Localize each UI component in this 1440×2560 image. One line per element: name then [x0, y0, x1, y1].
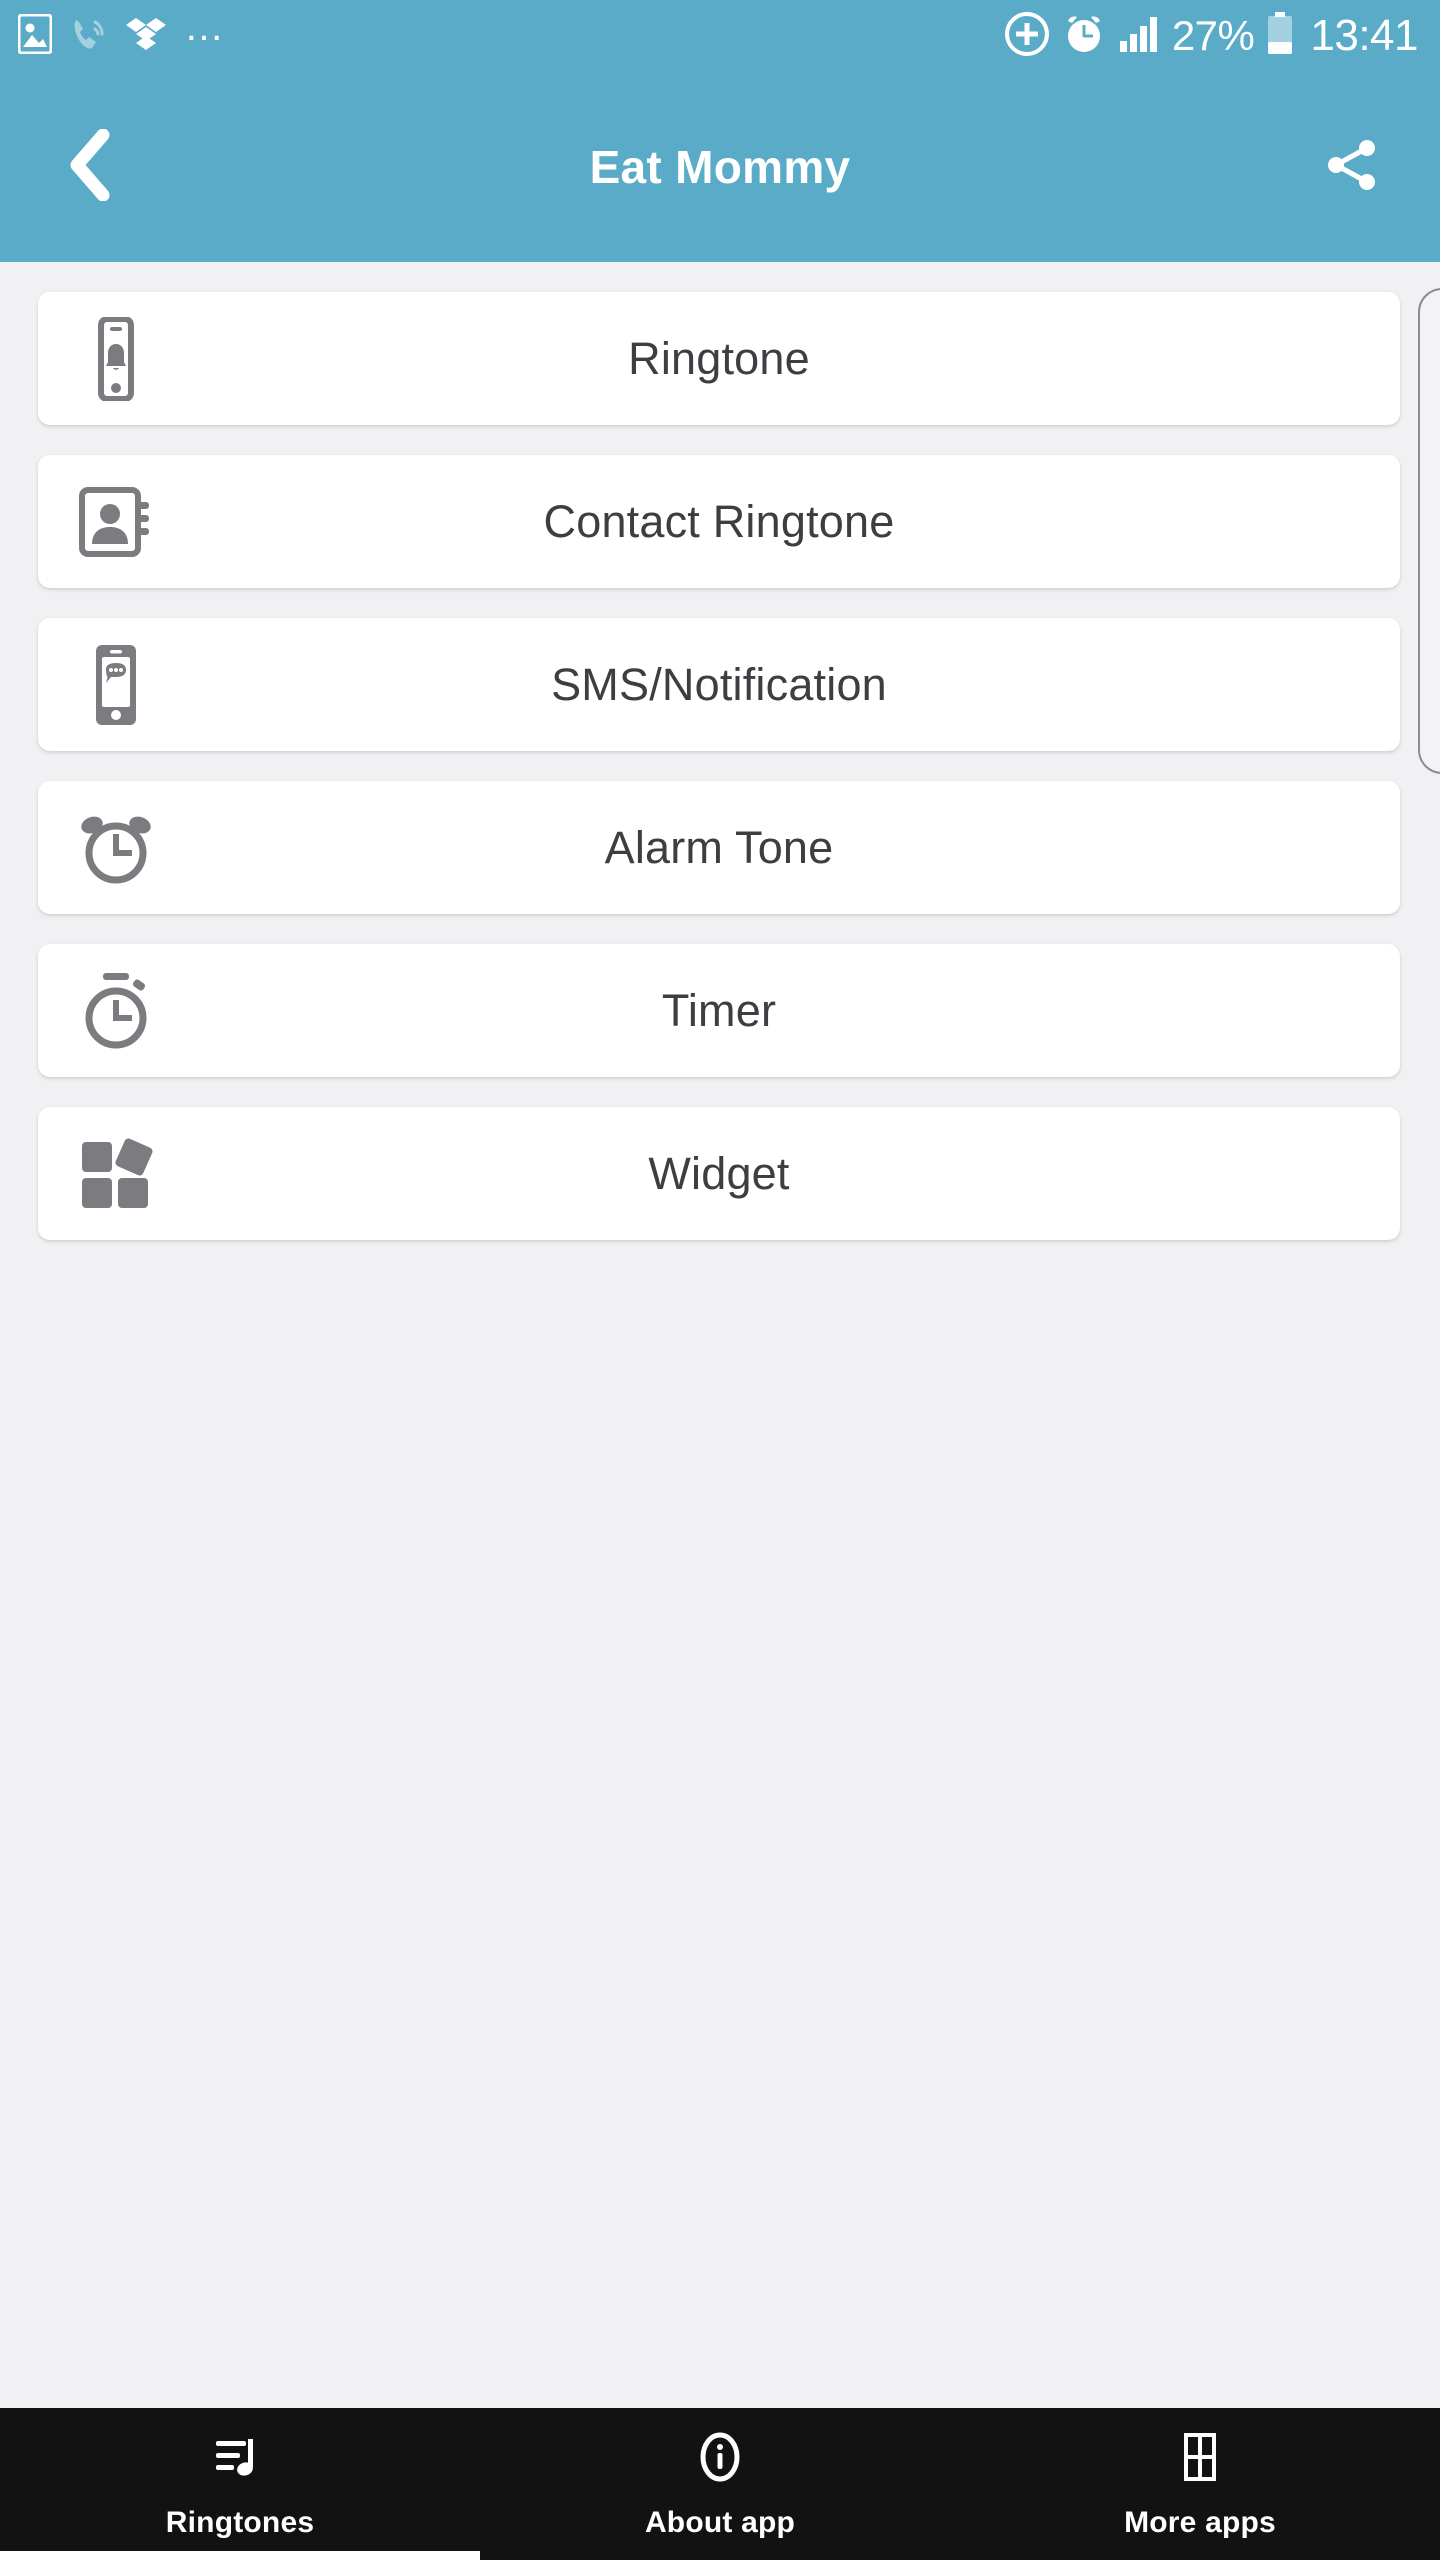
nav-item-more-apps[interactable]: More apps: [960, 2408, 1440, 2560]
more-notifications-icon: …: [184, 5, 226, 49]
card-label: SMS/Notification: [551, 658, 887, 710]
grid-apps-icon: [1172, 2429, 1228, 2490]
image-icon: [17, 13, 53, 59]
card-contact-ringtone[interactable]: Contact Ringtone: [38, 455, 1400, 588]
nav-label: About app: [644, 2505, 796, 2539]
data-saver-icon: [1004, 11, 1050, 62]
bottom-navigation-bar: Ringtones About app More apps: [0, 2408, 1440, 2560]
card-label: Timer: [661, 984, 777, 1036]
chevron-left-icon: [61, 128, 115, 206]
status-bar-left-icons: …: [17, 5, 226, 59]
ringtone-option-list: Ringtone Contact Ringtone SMS/Notificati…: [0, 262, 1440, 1240]
call-icon: [70, 14, 108, 59]
nav-label: More apps: [1124, 2505, 1276, 2539]
page-title: Eat Mommy: [589, 141, 851, 193]
alarm-icon: [1062, 12, 1106, 61]
app-bar: Eat Mommy: [0, 72, 1440, 262]
battery-icon: [1266, 11, 1294, 61]
scroll-edge-panel[interactable]: [1418, 288, 1440, 774]
card-timer[interactable]: Timer: [38, 944, 1400, 1077]
card-label: Contact Ringtone: [543, 495, 895, 547]
signal-icon: [1118, 14, 1160, 59]
card-label: Widget: [648, 1147, 790, 1199]
nav-label: Ringtones: [165, 2505, 315, 2539]
card-label: Ringtone: [628, 332, 810, 384]
main-content: Ringtone Contact Ringtone SMS/Notificati…: [0, 262, 1440, 2408]
card-sms-notification[interactable]: SMS/Notification: [38, 618, 1400, 751]
status-clock: 13:41: [1310, 11, 1418, 60]
card-ringtone[interactable]: Ringtone: [38, 292, 1400, 425]
share-icon: [1322, 135, 1382, 200]
battery-percent-label: 27%: [1171, 12, 1255, 59]
playlist-music-icon: [212, 2429, 268, 2490]
back-button[interactable]: [48, 127, 128, 207]
active-tab-indicator: [0, 2551, 480, 2560]
info-circle-icon: [692, 2429, 748, 2490]
status-bar-right-icons: 27% 13:41: [1004, 11, 1418, 62]
nav-item-ringtones[interactable]: Ringtones: [0, 2408, 480, 2560]
card-label: Alarm Tone: [604, 821, 834, 873]
share-button[interactable]: [1312, 127, 1392, 207]
card-widget[interactable]: Widget: [38, 1107, 1400, 1240]
nav-item-about-app[interactable]: About app: [480, 2408, 960, 2560]
status-bar: … 27% 13:41: [0, 0, 1440, 72]
dropbox-icon: [126, 14, 166, 59]
card-alarm-tone[interactable]: Alarm Tone: [38, 781, 1400, 914]
